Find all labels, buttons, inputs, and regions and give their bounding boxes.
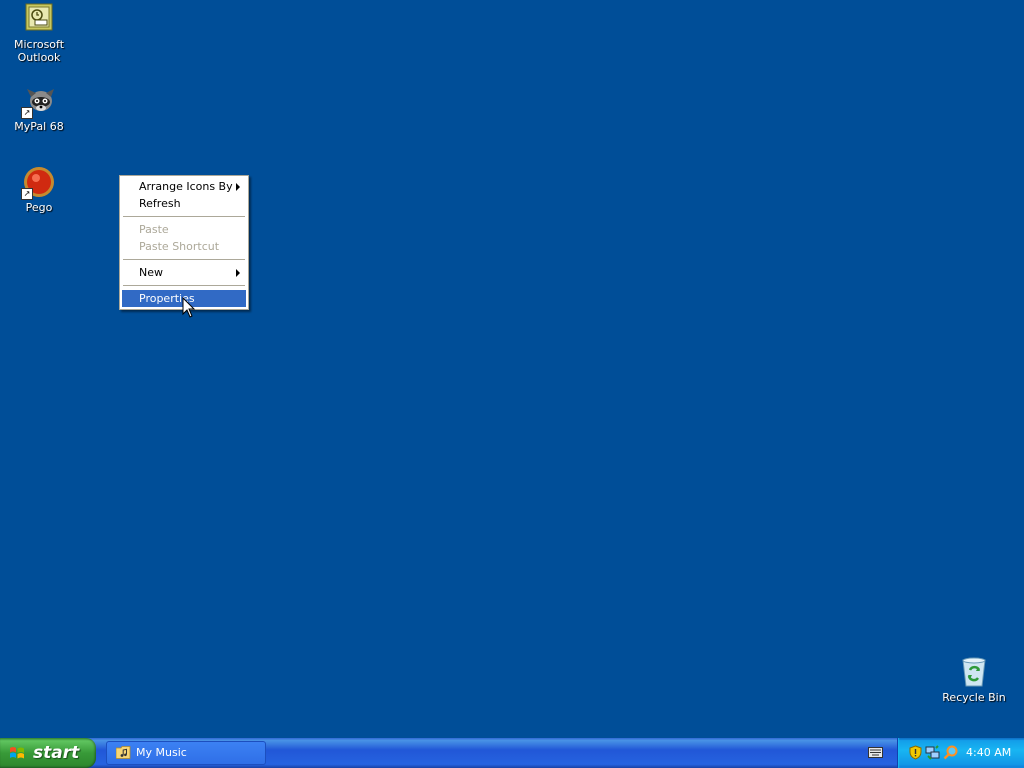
menu-item-label: Paste Shortcut <box>139 240 220 253</box>
menu-separator <box>123 216 245 217</box>
recycle-bin-icon <box>958 656 990 688</box>
menu-item-label: Paste <box>139 223 169 236</box>
keyboard-language-icon[interactable] <box>868 747 883 758</box>
menu-item-paste-shortcut: Paste Shortcut <box>122 238 246 255</box>
shortcut-arrow-icon: ↗ <box>21 188 33 200</box>
menu-separator <box>123 285 245 286</box>
desktop-icon-mypal[interactable]: ↗ MyPal 68 <box>1 85 77 133</box>
menu-item-arrange-icons-by[interactable]: Arrange Icons By <box>122 178 246 195</box>
menu-item-refresh[interactable]: Refresh <box>122 195 246 212</box>
menu-item-paste: Paste <box>122 221 246 238</box>
raccoon-icon: ↗ <box>21 85 55 119</box>
start-button[interactable]: start <box>0 738 96 768</box>
menu-item-label: New <box>139 266 163 279</box>
windows-flag-icon <box>10 747 24 759</box>
menu-item-label: Refresh <box>139 197 181 210</box>
start-label: start <box>33 743 80 763</box>
menu-item-new[interactable]: New <box>122 264 246 281</box>
desktop[interactable]: Microsoft Outlook ↗ MyPal 68 ↗ Pego Recy… <box>0 0 1024 738</box>
folder-music-icon <box>116 746 131 759</box>
submenu-arrow-icon <box>236 183 240 191</box>
taskbar-button-my-music[interactable]: My Music <box>106 741 266 765</box>
search-magnifier-icon[interactable] <box>943 745 958 760</box>
network-icon[interactable] <box>925 745 940 760</box>
desktop-icon-label: Microsoft Outlook <box>13 38 65 64</box>
desktop-icon-label: Recycle Bin <box>942 691 1006 704</box>
menu-separator <box>123 259 245 260</box>
security-shield-icon[interactable] <box>908 745 923 760</box>
taskbar-clock[interactable]: 4:40 AM <box>966 738 1011 768</box>
menu-item-label: Arrange Icons By <box>139 180 233 193</box>
taskbar: start My Music 4:40 AM <box>0 738 1024 768</box>
outlook-icon <box>23 3 55 35</box>
submenu-arrow-icon <box>236 269 240 277</box>
desktop-icon-pego[interactable]: ↗ Pego <box>1 166 77 214</box>
system-tray: 4:40 AM <box>897 738 1024 768</box>
desktop-context-menu: Arrange Icons By Refresh Paste Paste Sho… <box>119 175 249 310</box>
mouse-cursor-icon <box>182 297 196 318</box>
shortcut-arrow-icon: ↗ <box>21 107 33 119</box>
taskbar-button-label: My Music <box>136 746 187 759</box>
desktop-icon-recycle-bin[interactable]: Recycle Bin <box>936 656 1012 704</box>
desktop-icon-outlook[interactable]: Microsoft Outlook <box>1 3 77 64</box>
desktop-icon-label: Pego <box>25 201 53 214</box>
desktop-icon-label: MyPal 68 <box>14 120 64 133</box>
pego-icon: ↗ <box>21 166 55 200</box>
